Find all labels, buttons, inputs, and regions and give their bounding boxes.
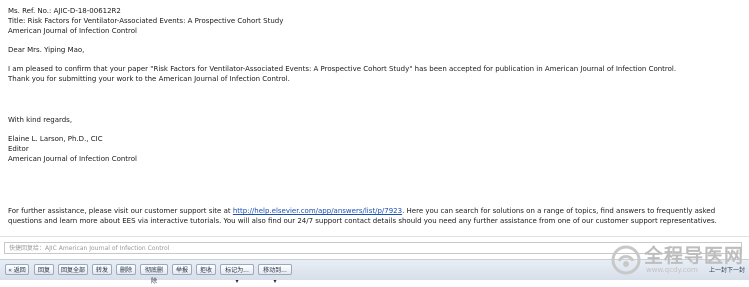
support-text-start: For further assistance, please visit our…	[8, 207, 233, 215]
reject-button[interactable]: 拒收	[196, 264, 216, 275]
watermark-url: www.qcdy.com	[646, 265, 698, 274]
support-link[interactable]: http://help.elsevier.com/app/answers/lis…	[233, 207, 402, 215]
reply-button[interactable]: 回复	[34, 264, 54, 275]
delete-button[interactable]: 删除	[116, 264, 136, 275]
watermark: 全程导医网 www.qcdy.com	[611, 243, 747, 277]
manuscript-title: Title: Risk Factors for Ventilator-Assoc…	[8, 17, 284, 25]
signature-role: Editor	[8, 145, 29, 153]
signature-name: Elaine L. Larson, Ph.D., CIC	[8, 135, 103, 143]
greeting: Dear Mrs. Yiping Mao,	[8, 46, 85, 54]
email-body: Ms. Ref. No.: AJIC-D-18-00612R2 Title: R…	[8, 6, 744, 226]
delete-permanent-button[interactable]: 彻底删除	[140, 264, 168, 285]
watermark-logo-icon	[611, 245, 641, 275]
reply-all-button[interactable]: 回复全部	[58, 264, 88, 275]
divider	[0, 236, 749, 237]
watermark-text: 全程导医网	[644, 244, 745, 267]
journal-name: American Journal of Infection Control	[8, 27, 138, 35]
acceptance-paragraph: I am pleased to confirm that your paper …	[8, 65, 677, 73]
back-button[interactable]: « 返回	[5, 264, 29, 275]
thanks-paragraph: Thank you for submitting your work to th…	[8, 75, 290, 83]
mark-as-dropdown[interactable]: 标记为... ▾	[220, 264, 254, 285]
closing: With kind regards,	[8, 116, 73, 124]
forward-button[interactable]: 转发	[92, 264, 112, 275]
move-to-dropdown[interactable]: 移动到... ▾	[258, 264, 292, 285]
support-paragraph: For further assistance, please visit our…	[8, 206, 744, 226]
signature-journal: American Journal of Infection Control	[8, 155, 138, 163]
report-button[interactable]: 举报	[172, 264, 192, 275]
manuscript-ref: Ms. Ref. No.: AJIC-D-18-00612R2	[8, 7, 121, 15]
